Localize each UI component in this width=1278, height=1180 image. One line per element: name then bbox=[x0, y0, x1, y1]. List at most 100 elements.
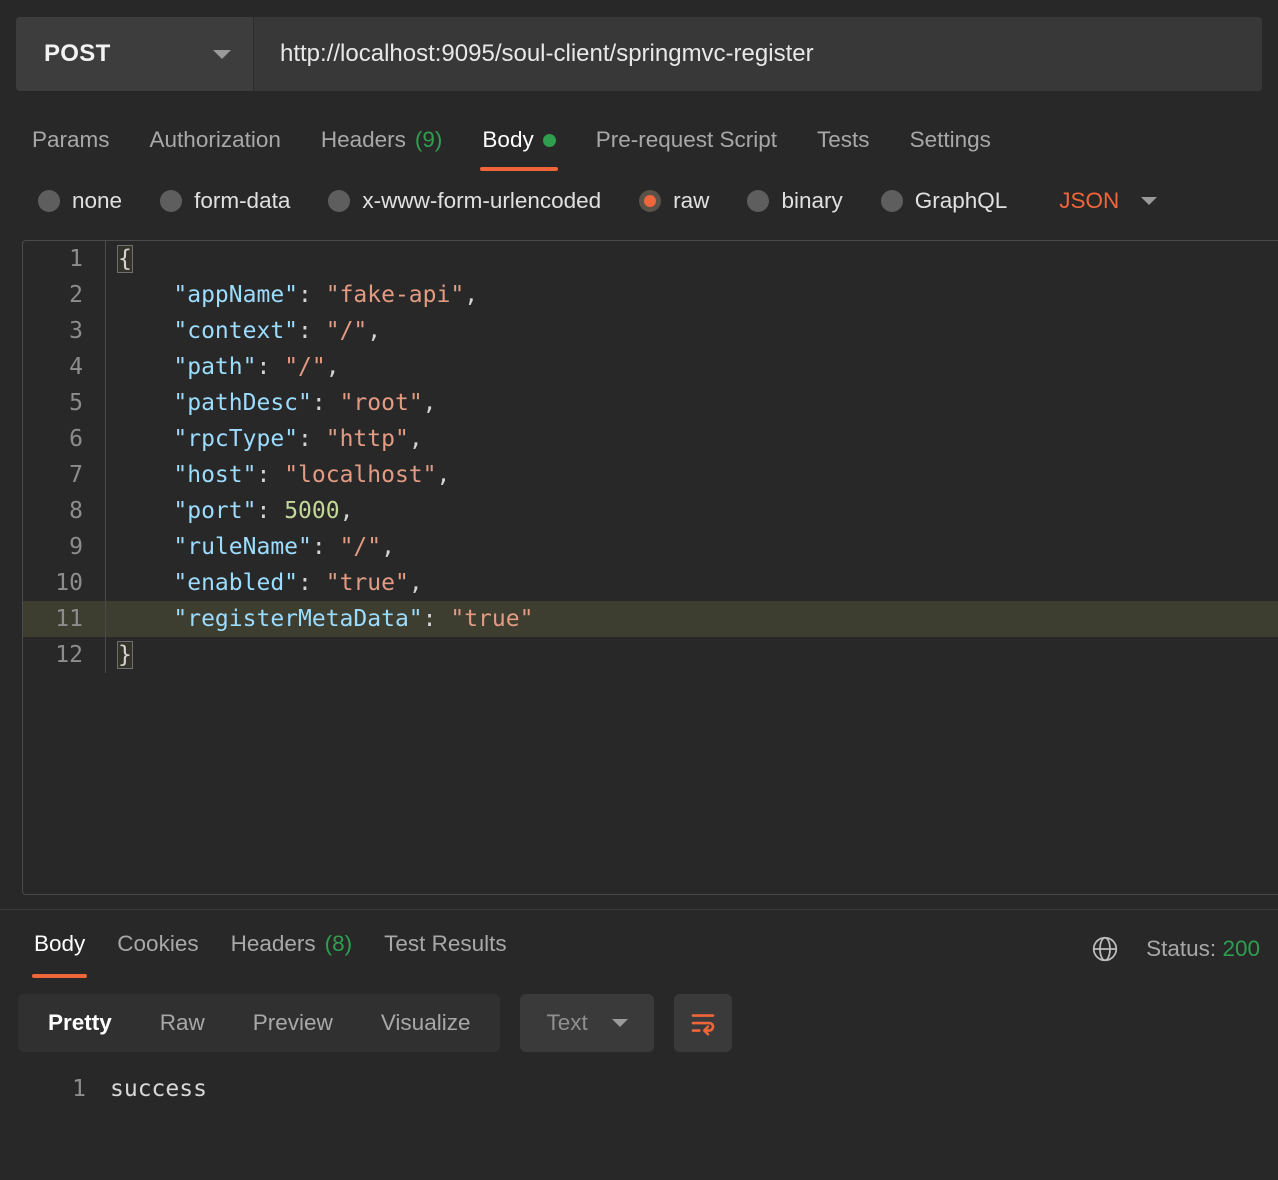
line-number: 8 bbox=[69, 498, 83, 524]
request-tab-params[interactable]: Params bbox=[30, 109, 130, 171]
tab-label: Authorization bbox=[149, 127, 281, 152]
line-number: 12 bbox=[55, 642, 83, 668]
body-type-radio-binary[interactable]: binary bbox=[747, 188, 843, 214]
line-number: 6 bbox=[69, 426, 83, 452]
url-bar-container: POST bbox=[16, 17, 1262, 91]
code-line-content[interactable]: "pathDesc": "root", bbox=[105, 385, 1278, 421]
radio-button-icon bbox=[880, 190, 903, 212]
radio-inner-dot bbox=[886, 195, 898, 207]
response-format-dropdown[interactable]: Text bbox=[520, 994, 654, 1052]
code-line-content[interactable]: "context": "/", bbox=[105, 313, 1278, 349]
body-type-radio-form-data[interactable]: form-data bbox=[160, 188, 290, 214]
code-line: 1{ bbox=[23, 241, 1278, 277]
radio-label: form-data bbox=[194, 188, 291, 213]
code-token-punc: : bbox=[422, 606, 451, 632]
code-line: 4 "path": "/", bbox=[23, 349, 1278, 385]
request-tab-tests[interactable]: Tests bbox=[797, 109, 890, 171]
tab-label: Body bbox=[482, 127, 534, 152]
code-token-punc bbox=[118, 606, 173, 632]
response-view-pretty[interactable]: Pretty bbox=[24, 994, 136, 1052]
tab-label: Pre-request Script bbox=[595, 127, 778, 152]
word-wrap-button[interactable] bbox=[673, 994, 732, 1052]
code-token-brace: } bbox=[117, 641, 133, 669]
response-tab-test-results[interactable]: Test Results bbox=[368, 910, 523, 978]
code-token-punc: : bbox=[256, 462, 285, 488]
body-type-radio-none[interactable]: none bbox=[38, 188, 122, 214]
code-token-num: 5000 bbox=[284, 498, 340, 524]
response-view-preview[interactable]: Preview bbox=[229, 994, 357, 1052]
radio-inner-dot bbox=[43, 195, 55, 207]
response-status-group: Status: 200 bbox=[1090, 934, 1260, 978]
line-number: 4 bbox=[69, 354, 83, 380]
radio-label: none bbox=[72, 188, 123, 213]
code-line: 2 "appName": "fake-api", bbox=[23, 277, 1278, 313]
code-line-content[interactable]: "port": 5000, bbox=[105, 493, 1278, 529]
http-method-selector[interactable]: POST bbox=[16, 17, 254, 91]
radio-button-icon bbox=[639, 190, 662, 212]
body-format-dropdown[interactable]: JSON bbox=[1059, 188, 1158, 214]
code-line-content[interactable]: { bbox=[105, 241, 1278, 277]
code-token-punc: , bbox=[339, 498, 354, 524]
code-line-content[interactable]: "ruleName": "/", bbox=[105, 529, 1278, 565]
tab-label: Headers bbox=[320, 127, 406, 152]
code-line-content[interactable]: "host": "localhost", bbox=[105, 457, 1278, 493]
code-line-content[interactable]: "path": "/", bbox=[105, 349, 1278, 385]
code-token-punc bbox=[118, 282, 173, 308]
request-tab-body[interactable]: Body bbox=[462, 109, 575, 171]
tab-label: Settings bbox=[909, 127, 991, 152]
code-line-content[interactable]: "appName": "fake-api", bbox=[105, 277, 1278, 313]
tab-label: Test Results bbox=[384, 931, 507, 956]
response-view-visualize[interactable]: Visualize bbox=[357, 994, 495, 1052]
code-token-punc: , bbox=[408, 426, 423, 452]
code-token-key: "enabled" bbox=[173, 570, 299, 596]
radio-inner-dot bbox=[333, 195, 345, 207]
code-token-punc: , bbox=[381, 534, 395, 560]
request-tab-authorization[interactable]: Authorization bbox=[130, 109, 301, 171]
code-line-content[interactable]: } bbox=[105, 637, 1278, 673]
request-tab-pre-request-script[interactable]: Pre-request Script bbox=[576, 109, 797, 171]
code-token-str: "/" bbox=[325, 318, 368, 344]
code-token-punc: : bbox=[311, 534, 340, 560]
code-token-punc: , bbox=[408, 570, 423, 596]
code-token-str: "/" bbox=[284, 354, 326, 380]
radio-button-icon bbox=[747, 190, 770, 212]
response-view-raw[interactable]: Raw bbox=[136, 994, 229, 1052]
json-code-editor[interactable]: 1{2 "appName": "fake-api", 3 "context": "… bbox=[22, 240, 1278, 895]
tab-count-badge: (9) bbox=[414, 127, 443, 152]
response-line: 1 success bbox=[0, 1072, 1278, 1106]
code-token-key: "rpcType" bbox=[173, 426, 299, 452]
response-body-viewer[interactable]: 1 success bbox=[0, 1052, 1278, 1106]
request-tab-settings[interactable]: Settings bbox=[890, 109, 1011, 171]
code-line-content[interactable]: "enabled": "true", bbox=[105, 565, 1278, 601]
code-line: 10 "enabled": "true", bbox=[23, 565, 1278, 601]
body-type-radio-graphql[interactable]: GraphQL bbox=[880, 188, 1008, 214]
code-line-content[interactable]: "rpcType": "http", bbox=[105, 421, 1278, 457]
tab-label: Tests bbox=[817, 127, 870, 152]
response-tab-headers[interactable]: Headers (8) bbox=[215, 910, 369, 978]
code-token-punc: , bbox=[464, 282, 479, 308]
response-tab-bar: Body Cookies Headers (8) Test Results Status… bbox=[0, 910, 1278, 978]
radio-button-icon bbox=[160, 190, 183, 212]
radio-inner-dot bbox=[644, 195, 657, 207]
code-token-punc: : bbox=[298, 570, 326, 596]
response-view-toolbar: Pretty Raw Preview Visualize Text bbox=[0, 978, 1278, 1052]
code-token-punc bbox=[118, 534, 173, 560]
status-label: Status: bbox=[1146, 936, 1217, 961]
response-tab-body[interactable]: Body bbox=[18, 910, 101, 978]
response-line-content: success bbox=[110, 1076, 207, 1102]
code-line: 8 "port": 5000, bbox=[23, 493, 1278, 529]
code-token-punc: , bbox=[367, 318, 382, 344]
body-present-indicator-icon bbox=[542, 133, 556, 147]
radio-label: GraphQL bbox=[914, 188, 1008, 213]
response-tab-cookies[interactable]: Cookies bbox=[101, 910, 214, 978]
body-type-radio-x-www-form-urlencoded[interactable]: x-www-form-urlencoded bbox=[328, 188, 601, 214]
code-token-punc: : bbox=[311, 390, 340, 416]
code-token-brace: { bbox=[117, 245, 133, 273]
request-tab-bar: Params Authorization Headers (9) Body Pre-req… bbox=[0, 109, 1278, 171]
request-tab-headers[interactable]: Headers (9) bbox=[301, 109, 463, 171]
body-type-radio-raw[interactable]: raw bbox=[639, 188, 709, 214]
request-url-input[interactable] bbox=[254, 17, 1262, 91]
code-token-key: "path" bbox=[173, 354, 257, 380]
code-line-content[interactable]: "registerMetaData": "true" bbox=[105, 601, 1278, 637]
body-type-selector-row: none form-data x-www-form-urlencoded raw bin… bbox=[0, 171, 1278, 231]
